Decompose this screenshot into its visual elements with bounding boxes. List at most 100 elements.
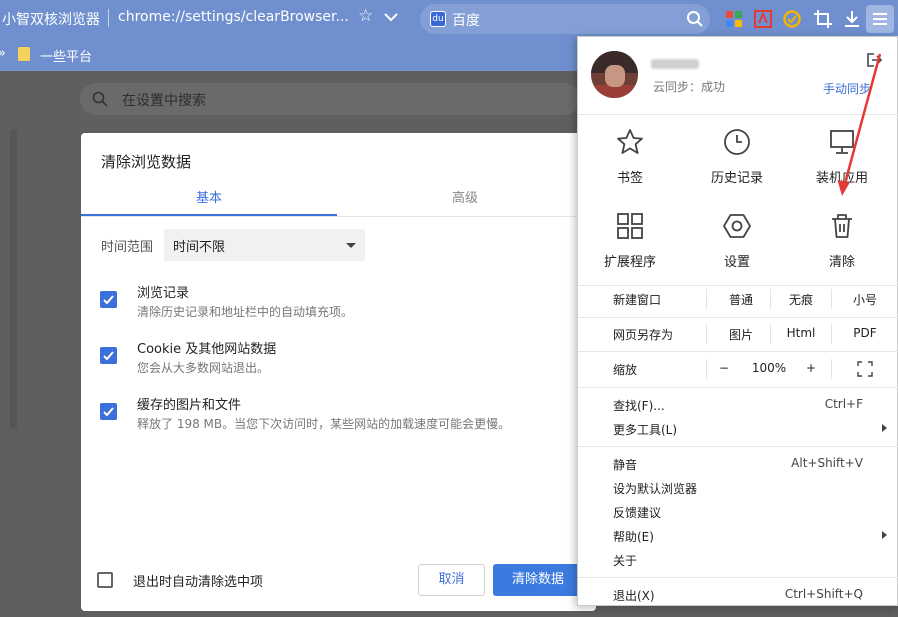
new-window-alt-account[interactable]: 小号 [836, 291, 894, 308]
menu-bookmarks[interactable]: 书签 [590, 127, 670, 186]
download-icon[interactable] [842, 9, 862, 29]
badge-icon[interactable] [782, 9, 802, 29]
option-cache-title: 缓存的图片和文件 [137, 398, 242, 413]
zoom-label: 缩放 [613, 363, 638, 377]
search-box[interactable]: du 百度 [420, 4, 710, 34]
menu-clear-label: 清除 [828, 255, 855, 270]
menu-settings-label: 设置 [723, 255, 750, 270]
divider [578, 114, 898, 115]
settings-search-placeholder: 在设置中搜索 [122, 93, 206, 109]
menu-settings[interactable]: 设置 [697, 211, 777, 270]
apps-icon[interactable] [724, 9, 744, 29]
save-page-label: 网页另存为 [613, 328, 674, 342]
new-window-incognito[interactable]: 无痕 [771, 291, 831, 308]
clock-icon [724, 129, 750, 155]
menu-more-tools[interactable]: 更多工具(L) [613, 421, 677, 438]
chevron-down-icon[interactable] [382, 8, 400, 26]
option-history-desc: 清除历史记录和地址栏中的自动填充项。 [137, 305, 354, 319]
checkbox-history[interactable] [100, 291, 117, 308]
divider [81, 216, 596, 217]
quit-shortcut: Ctrl+Shift+Q [784, 587, 863, 601]
fullscreen-icon[interactable] [857, 361, 873, 377]
menu-extensions[interactable]: 扩展程序 [590, 211, 670, 270]
menu-installed-apps[interactable]: 装机应用 [802, 127, 882, 186]
time-range-value: 时间不限 [173, 240, 226, 255]
auto-clear-label: 退出时自动清除选中项 [133, 575, 264, 590]
star-icon[interactable]: ☆ [358, 6, 373, 26]
save-as-image[interactable]: 图片 [711, 326, 771, 343]
menu-find[interactable]: 查找(F)... [613, 397, 665, 414]
bookmark-folder-label[interactable]: 一些平台 [40, 46, 92, 65]
tab-basic[interactable]: 基本 [81, 187, 337, 206]
new-window-label: 新建窗口 [613, 293, 662, 307]
option-history-title: 浏览记录 [137, 286, 190, 301]
checkbox-cookies[interactable] [100, 347, 117, 364]
username-redacted [651, 59, 699, 69]
option-cookies-desc: 您会从大多数网站退出。 [137, 361, 270, 375]
scrollbar[interactable] [10, 129, 17, 429]
divider [578, 387, 898, 388]
hamburger-icon [873, 13, 887, 25]
menu-set-default[interactable]: 设为默认浏览器 [613, 480, 697, 497]
menu-installed-apps-label: 装机应用 [815, 171, 868, 186]
menu-mute[interactable]: 静音 [613, 456, 637, 473]
pdf-icon[interactable] [753, 9, 773, 29]
menu-about[interactable]: 关于 [613, 552, 637, 569]
checkbox-auto-clear[interactable] [97, 572, 113, 588]
mute-shortcut: Alt+Shift+V [791, 456, 863, 470]
divider [578, 317, 898, 318]
check-icon [103, 407, 114, 417]
divider [578, 446, 898, 447]
submenu-arrow-icon [882, 531, 887, 539]
folder-icon[interactable] [18, 47, 30, 61]
browser-toolbar: 小智双核浏览器 chrome://settings/clearBrowser..… [0, 0, 898, 38]
divider [578, 285, 898, 286]
search-icon [92, 91, 108, 107]
check-icon [103, 295, 114, 305]
time-range-select[interactable]: 时间不限 [164, 229, 365, 261]
divider [108, 9, 109, 27]
crop-icon[interactable] [813, 9, 833, 29]
gear-icon [723, 214, 751, 238]
star-icon [617, 129, 643, 154]
zoom-out-button[interactable]: − [716, 361, 732, 375]
app-name: 小智双核浏览器 [2, 12, 100, 28]
submenu-arrow-icon [882, 424, 887, 432]
clear-data-button[interactable]: 清除数据 [493, 564, 583, 596]
cancel-button[interactable]: 取消 [418, 564, 485, 596]
sync-status: 云同步：成功 [653, 80, 726, 94]
manual-sync-link[interactable]: 手动同步 [823, 80, 871, 97]
menu-help[interactable]: 帮助(E) [613, 528, 654, 545]
new-window-normal[interactable]: 普通 [711, 291, 771, 308]
menu-quit[interactable]: 退出(X) [613, 587, 655, 604]
time-range-label: 时间范围 [101, 240, 154, 255]
settings-search-input[interactable]: 在设置中搜索 [80, 83, 580, 115]
trash-icon [832, 214, 852, 238]
menu-extensions-label: 扩展程序 [603, 255, 656, 270]
avatar[interactable] [591, 51, 638, 98]
dropdown-arrow-icon [346, 243, 356, 248]
option-cookies-title: Cookie 及其他网站数据 [137, 342, 277, 357]
main-menu: 云同步：成功 手动同步 书签 历史记录 装机应用 扩展程序 设置 清除 新建窗口… [577, 36, 898, 606]
tab-advanced[interactable]: 高级 [337, 187, 593, 206]
address-bar[interactable]: chrome://settings/clearBrowser... [118, 9, 349, 25]
save-as-pdf[interactable]: PDF [836, 326, 894, 340]
save-as-html[interactable]: Html [771, 326, 831, 340]
checkbox-cache[interactable] [100, 403, 117, 420]
logout-icon[interactable] [865, 51, 883, 69]
extensions-grid-icon [617, 213, 643, 239]
menu-feedback[interactable]: 反馈建议 [613, 504, 661, 521]
find-shortcut: Ctrl+F [824, 397, 863, 411]
main-menu-button[interactable] [866, 5, 894, 33]
clear-browsing-data-dialog: 清除浏览数据 基本 高级 时间范围 时间不限 浏览记录 清除历史记录和地址栏中的… [81, 133, 596, 611]
search-icon[interactable] [686, 10, 704, 28]
option-cache-desc: 释放了 198 MB。当您下次访问时，某些网站的加载速度可能会更慢。 [137, 417, 511, 431]
dialog-title: 清除浏览数据 [101, 153, 192, 171]
check-icon [103, 351, 114, 361]
bookmarks-chevron-icon[interactable]: » [0, 46, 6, 61]
menu-history[interactable]: 历史记录 [697, 127, 777, 186]
menu-clear[interactable]: 清除 [802, 211, 882, 270]
divider [578, 577, 898, 578]
zoom-in-button[interactable]: + [803, 361, 819, 375]
menu-bookmarks-label: 书签 [616, 171, 643, 186]
